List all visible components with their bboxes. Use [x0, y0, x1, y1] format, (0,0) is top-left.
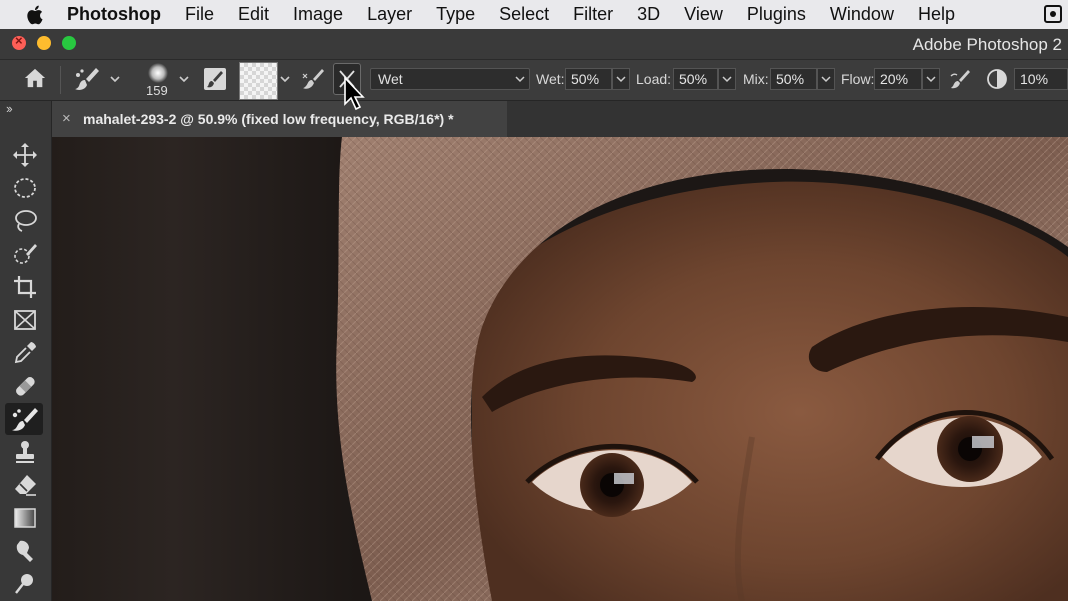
eraser-tool[interactable]	[11, 471, 39, 499]
crop-tool[interactable]	[11, 273, 39, 301]
blend-preset-dropdown[interactable]: Wet	[370, 68, 530, 90]
brush-tip-preview-icon[interactable]	[147, 62, 169, 84]
chevron-down-icon	[515, 76, 525, 83]
dodge-icon	[15, 574, 33, 594]
menu-type[interactable]: Type	[436, 4, 475, 25]
chevron-down-icon	[616, 76, 626, 83]
wet-label: Wet:	[536, 71, 565, 87]
tools-panel: ››	[0, 101, 52, 601]
gradient-icon	[14, 508, 36, 528]
document-tab[interactable]: × mahalet-293-2 @ 50.9% (fixed low frequ…	[52, 101, 507, 137]
flow-dropdown-button[interactable]	[922, 68, 940, 90]
chevron-down-icon[interactable]	[279, 74, 291, 84]
gradient-tool[interactable]	[11, 504, 39, 532]
document-tab-bar: × mahalet-293-2 @ 50.9% (fixed low frequ…	[52, 101, 1068, 137]
frame-icon	[14, 310, 36, 330]
wet-dropdown-button[interactable]	[612, 68, 630, 90]
close-window-button[interactable]	[12, 33, 26, 50]
airbrush-icon[interactable]	[948, 67, 974, 91]
options-divider	[60, 66, 61, 94]
menu-filter[interactable]: Filter	[573, 4, 613, 25]
sample-all-layers-icon[interactable]	[986, 68, 1008, 90]
menu-file[interactable]: File	[185, 4, 214, 25]
menu-help[interactable]: Help	[918, 4, 955, 25]
macos-menubar: Photoshop File Edit Image Layer Type Sel…	[0, 0, 1068, 29]
lasso-icon	[15, 210, 37, 232]
mix-input[interactable]: 50%	[770, 68, 817, 90]
eyedropper-tool[interactable]	[11, 339, 39, 367]
chevron-down-icon	[926, 76, 936, 83]
move-icon	[13, 143, 37, 167]
frame-tool[interactable]	[11, 306, 39, 334]
window-titlebar: Adobe Photoshop 2	[0, 29, 1068, 60]
crop-icon	[14, 276, 36, 298]
minimize-window-button[interactable]	[37, 36, 51, 50]
window-title: Adobe Photoshop 2	[912, 35, 1062, 54]
elliptical-marquee-icon	[14, 178, 36, 198]
smoothing-input[interactable]: 10%	[1014, 68, 1068, 90]
flow-label: Flow:	[841, 71, 875, 87]
mix-dropdown-button[interactable]	[817, 68, 835, 90]
wet-input[interactable]: 50%	[565, 68, 612, 90]
load-label: Load:	[636, 71, 672, 87]
healing-brush-tool[interactable]	[11, 372, 39, 400]
lasso-tool[interactable]	[11, 207, 39, 235]
menu-select[interactable]: Select	[499, 4, 549, 25]
photo-portrait-image	[52, 137, 1068, 601]
smudge-finger-icon	[16, 540, 33, 562]
stamp-icon	[16, 441, 34, 463]
close-document-icon[interactable]: ×	[62, 110, 71, 127]
elliptical-marquee-tool[interactable]	[11, 174, 39, 202]
clone-stamp-tool[interactable]	[11, 438, 39, 466]
bandage-icon	[16, 377, 35, 396]
blend-preset-value: Wet	[378, 71, 403, 87]
menu-layer[interactable]: Layer	[367, 4, 412, 25]
quick-selection-tool[interactable]	[11, 240, 39, 268]
chevron-down-icon[interactable]	[109, 74, 121, 84]
mouse-cursor-icon	[344, 76, 365, 111]
load-brush-after-stroke-icon[interactable]	[300, 66, 326, 92]
quick-selection-icon	[14, 244, 37, 264]
apple-logo-icon[interactable]	[25, 4, 47, 26]
chevron-down-icon[interactable]	[178, 74, 190, 84]
eyedropper-icon	[14, 342, 36, 364]
load-dropdown-button[interactable]	[718, 68, 736, 90]
document-tab-title[interactable]: mahalet-293-2 @ 50.9% (fixed low frequen…	[83, 111, 454, 127]
smudge-tool[interactable]	[11, 537, 39, 565]
brush-settings-panel-icon[interactable]	[203, 67, 227, 91]
menu-edit[interactable]: Edit	[238, 4, 269, 25]
menu-window[interactable]: Window	[830, 4, 894, 25]
mixer-brush-icon	[12, 408, 38, 431]
dodge-tool[interactable]	[11, 570, 39, 598]
chevron-down-icon	[821, 76, 831, 83]
menu-plugins[interactable]: Plugins	[747, 4, 806, 25]
brush-size-value[interactable]: 159	[146, 83, 168, 98]
flow-input[interactable]: 20%	[874, 68, 922, 90]
move-tool[interactable]	[11, 141, 39, 169]
document-canvas[interactable]	[52, 137, 1068, 601]
mixer-brush-tool[interactable]	[5, 403, 43, 435]
current-brush-load-swatch[interactable]	[239, 62, 278, 100]
chevron-down-icon	[722, 76, 732, 83]
eraser-icon	[15, 475, 36, 496]
screen-record-icon[interactable]	[1044, 5, 1062, 23]
menu-image[interactable]: Image	[293, 4, 343, 25]
mixer-brush-preset-icon[interactable]	[72, 64, 102, 94]
menu-view[interactable]: View	[684, 4, 723, 25]
mix-label: Mix:	[743, 71, 769, 87]
menu-3d[interactable]: 3D	[637, 4, 660, 25]
zoom-window-button[interactable]	[62, 36, 76, 50]
load-input[interactable]: 50%	[673, 68, 718, 90]
collapse-panel-icon[interactable]: ››	[6, 101, 13, 116]
menu-app-name[interactable]: Photoshop	[67, 4, 161, 25]
home-icon[interactable]	[22, 67, 48, 89]
